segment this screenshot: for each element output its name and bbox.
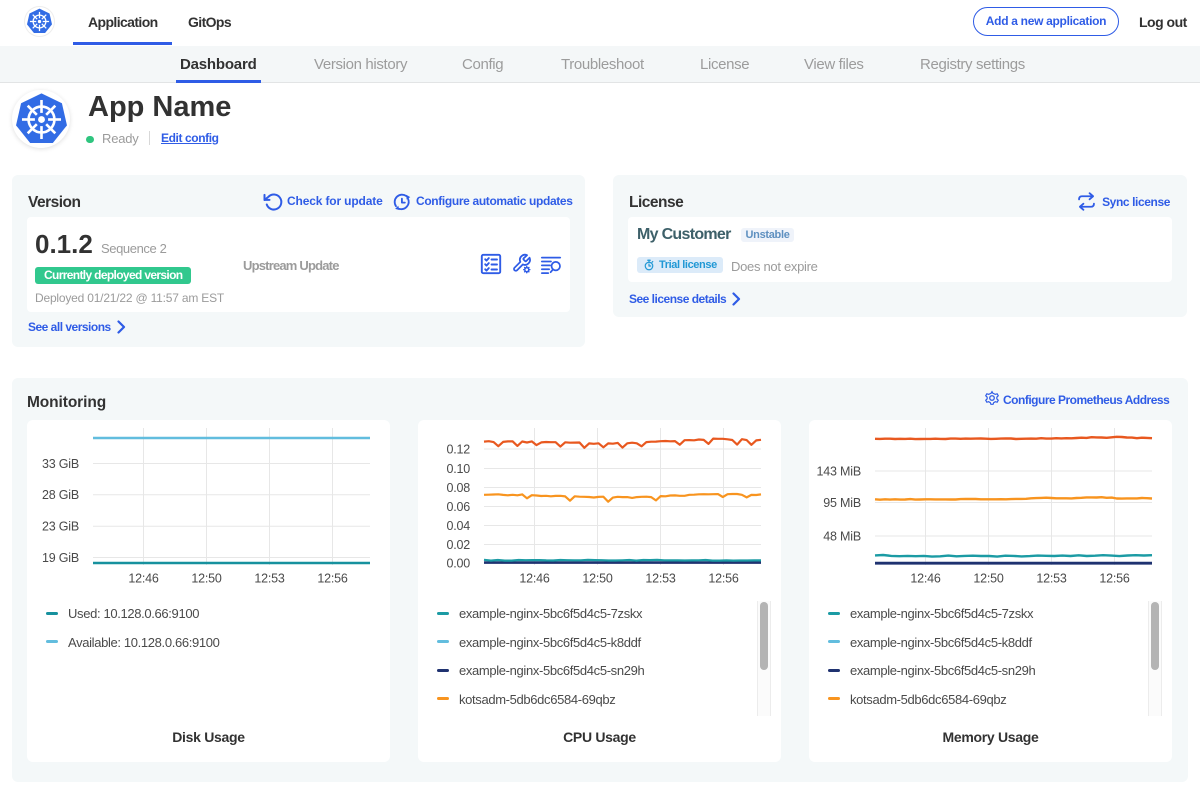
svg-text:143 MiB: 143 MiB xyxy=(817,464,861,478)
svg-text:0.08: 0.08 xyxy=(446,481,470,495)
svg-text:12:56: 12:56 xyxy=(317,572,348,586)
svg-text:12:56: 12:56 xyxy=(1099,572,1130,586)
svg-text:12:50: 12:50 xyxy=(973,572,1004,586)
svg-text:12:53: 12:53 xyxy=(254,572,285,586)
svg-text:12:53: 12:53 xyxy=(645,572,676,586)
svg-text:0.04: 0.04 xyxy=(446,519,470,533)
svg-text:0.10: 0.10 xyxy=(446,462,470,476)
svg-text:33 GiB: 33 GiB xyxy=(42,457,79,471)
svg-text:12:46: 12:46 xyxy=(519,572,550,586)
svg-text:0.06: 0.06 xyxy=(446,500,470,514)
svg-text:48 MiB: 48 MiB xyxy=(823,529,861,543)
svg-text:0.02: 0.02 xyxy=(446,538,470,552)
svg-text:0.00: 0.00 xyxy=(446,556,470,570)
svg-text:12:46: 12:46 xyxy=(128,572,159,586)
svg-text:12:56: 12:56 xyxy=(708,572,739,586)
svg-text:12:50: 12:50 xyxy=(191,572,222,586)
svg-text:12:50: 12:50 xyxy=(582,572,613,586)
svg-text:19 GiB: 19 GiB xyxy=(42,551,79,565)
svg-text:12:46: 12:46 xyxy=(910,572,941,586)
svg-text:95 MiB: 95 MiB xyxy=(823,496,861,510)
svg-text:28 GiB: 28 GiB xyxy=(42,488,79,502)
svg-text:12:53: 12:53 xyxy=(1036,572,1067,586)
svg-text:0.12: 0.12 xyxy=(446,442,470,456)
svg-text:23 GiB: 23 GiB xyxy=(42,520,79,534)
